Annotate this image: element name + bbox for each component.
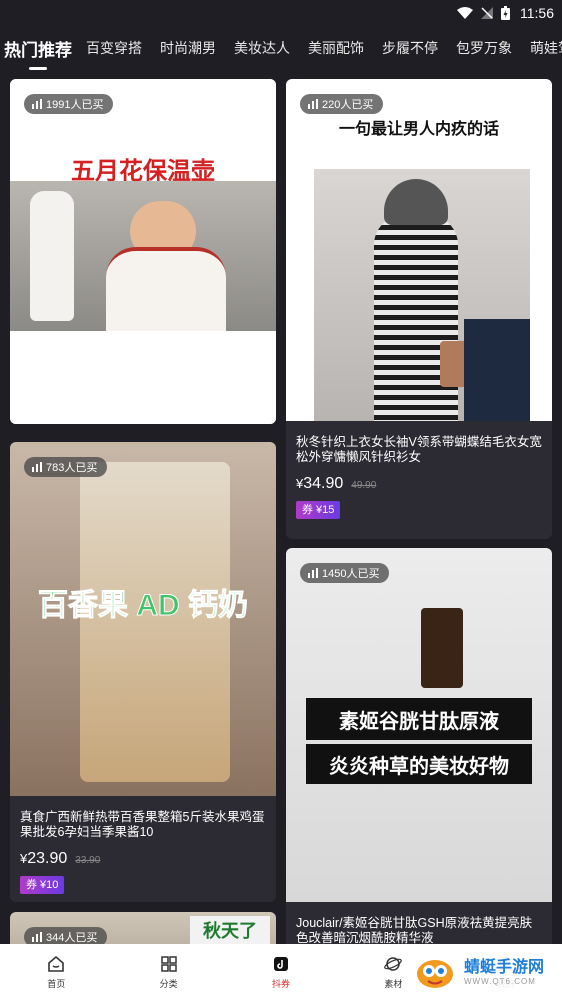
nav-label: 素材 <box>384 979 403 989</box>
image-caption: 炎炎种草的美妆好物 <box>329 755 509 778</box>
sold-badge: 783人已买 <box>24 457 108 477</box>
striped-sweater <box>374 215 458 421</box>
sold-badge: 1450人已买 <box>300 563 390 583</box>
status-bar: 11:56 <box>0 0 562 26</box>
bar-chart-icon <box>308 99 318 109</box>
watermark: 蜻蜓手游网 WWW.QT6.COM <box>412 944 562 1000</box>
bottom-navigation: 首页 分类 抖券 素材 我的 蜻蜓手游网 WWW.QT6.COM <box>0 944 562 1000</box>
hat-shape <box>384 179 448 225</box>
product-card[interactable]: 百香果 AD 钙奶 783人已买 真食广西新鲜热带百香果整箱5斤装水果鸡蛋果批发… <box>10 442 276 902</box>
product-card[interactable]: 秋天了 344人已买 <box>10 912 276 944</box>
photo-frame <box>314 169 530 421</box>
price: ¥34.90 <box>296 475 344 492</box>
product-title: Jouclair/素姬谷胱甘肽GSH原液祛黄提亮肤色改善暗沉烟酰胺精华液 <box>296 916 533 944</box>
status-icons <box>457 6 510 20</box>
category-tabs: 热门推荐 百变穿搭 时尚潮男 美妆达人 美丽配饰 步履不停 包罗万象 萌娃驾 <box>0 26 562 70</box>
product-image: 一句最让男人内疚的话 <box>286 79 552 421</box>
tab-hot[interactable]: 热门推荐 <box>4 36 72 61</box>
coupon-badge[interactable]: 券 ¥10 <box>20 876 65 894</box>
sold-count: 220人已买 <box>322 99 374 111</box>
product-info: 真食广西新鲜热带百香果整箱5斤装水果鸡蛋果批发6孕妇当季果酱10 ¥23.90 … <box>10 796 276 894</box>
tab-shoes[interactable]: 步履不停 <box>382 38 438 58</box>
no-signal-icon <box>481 7 493 19</box>
nav-label: 抖券 <box>272 979 291 989</box>
tab-kids[interactable]: 萌娃驾 <box>530 38 562 58</box>
sold-count: 344人已买 <box>46 932 98 944</box>
nav-label: 分类 <box>159 979 178 989</box>
bar-chart-icon <box>32 462 42 472</box>
video-frame <box>10 181 276 331</box>
sold-count: 1991人已买 <box>46 99 104 111</box>
product-image: 素姬谷胱甘肽原液 炎炎种草的美妆好物 <box>286 548 552 902</box>
grid-icon <box>159 954 179 974</box>
sold-count: 1450人已买 <box>322 568 380 580</box>
original-price: 49.90 <box>351 480 377 491</box>
caption-band: 百香果 AD 钙奶 <box>10 572 276 632</box>
product-info: Jouclair/素姬谷胱甘肽GSH原液祛黄提亮肤色改善暗沉烟酰胺精华液 <box>286 902 552 944</box>
price-value: 34.90 <box>303 475 344 492</box>
skirt-shape <box>464 319 530 421</box>
coupon-badge[interactable]: 券 ¥15 <box>296 501 341 519</box>
image-caption: 一句最让男人内疚的话 <box>338 121 499 138</box>
price: ¥23.90 <box>20 850 68 867</box>
status-time: 11:56 <box>520 5 554 21</box>
tab-makeup[interactable]: 美妆达人 <box>234 38 290 58</box>
shirt-shape <box>106 247 226 331</box>
bar-chart-icon <box>32 99 42 109</box>
image-caption: 百香果 AD 钙奶 <box>38 589 249 623</box>
product-card[interactable]: 素姬谷胱甘肽原液 炎炎种草的美妆好物 1450人已买 Jouclair/素姬谷胱… <box>286 548 552 944</box>
nav-coupon[interactable]: 抖券 <box>225 954 337 990</box>
product-card[interactable]: 一句最让男人内疚的话 220人已买 秋冬针织上衣女长袖V领系带蝴蝶结毛衣女宽松外… <box>286 79 552 539</box>
product-info: 秋冬针织上衣女长袖V领系带蝴蝶结毛衣女宽松外穿慵懒风针织衫女 ¥34.90 49… <box>286 421 552 519</box>
caption-band: 秋天了 <box>190 916 270 944</box>
product-card[interactable]: 五月花保温壶 1991人已买 <box>10 79 276 424</box>
product-feed: 五月花保温壶 1991人已买 一句最让男人内疚的话 220人已买 秋冬针织上衣女… <box>0 70 562 944</box>
tab-outfit[interactable]: 百变穿搭 <box>86 38 142 58</box>
sold-badge: 1991人已买 <box>24 94 114 114</box>
nav-home[interactable]: 首页 <box>0 954 112 990</box>
sold-count: 783人已买 <box>46 462 98 474</box>
price-row: ¥23.90 33.90 <box>20 850 266 868</box>
caption-band-2: 炎炎种草的美妆好物 <box>306 744 532 784</box>
price-value: 23.90 <box>27 850 68 867</box>
image-caption: 素姬谷胱甘肽原液 <box>339 710 499 733</box>
product-title: 真食广西新鲜热带百香果整箱5斤装水果鸡蛋果批发6孕妇当季果酱10 <box>20 810 265 839</box>
watermark-url: WWW.QT6.COM <box>464 976 536 986</box>
bar-chart-icon <box>308 568 318 578</box>
bottle-shape <box>421 608 463 688</box>
watermark-text: 蜻蜓手游网 <box>464 958 545 976</box>
nav-label: 首页 <box>47 979 66 989</box>
original-price: 33.90 <box>75 855 101 866</box>
douyin-icon <box>271 954 291 974</box>
price-row: ¥34.90 49.90 <box>296 475 542 493</box>
image-caption: 秋天了 <box>203 921 257 941</box>
caption-band-1: 素姬谷胱甘肽原液 <box>306 698 532 740</box>
wifi-icon <box>457 7 473 19</box>
tab-men[interactable]: 时尚潮男 <box>160 38 216 58</box>
tab-misc[interactable]: 包罗万象 <box>456 38 512 58</box>
thermos-shape <box>30 191 74 321</box>
tab-accessories[interactable]: 美丽配饰 <box>308 38 364 58</box>
product-image: 百香果 AD 钙奶 <box>10 442 276 796</box>
planet-icon <box>383 954 403 974</box>
product-image: 五月花保温壶 <box>10 79 276 424</box>
dragonfly-logo-icon <box>417 960 453 988</box>
watermark-text-group: 蜻蜓手游网 WWW.QT6.COM <box>464 959 544 986</box>
nav-category[interactable]: 分类 <box>112 954 224 990</box>
home-icon <box>46 954 66 974</box>
sold-badge: 220人已买 <box>300 94 384 114</box>
bar-chart-icon <box>32 932 42 942</box>
product-title: 秋冬针织上衣女长袖V领系带蝴蝶结毛衣女宽松外穿慵懒风针织衫女 <box>296 435 542 464</box>
sold-badge: 344人已买 <box>24 927 108 944</box>
battery-icon <box>501 6 510 20</box>
